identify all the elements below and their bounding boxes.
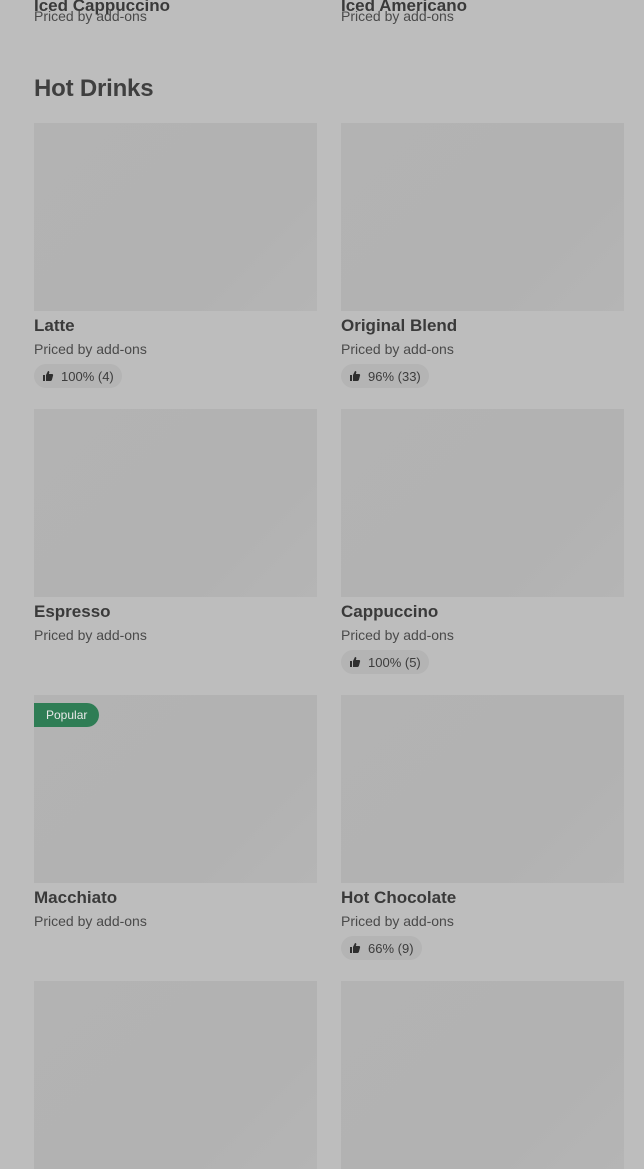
menu-item-card[interactable]: Espresso Priced by add-ons: [34, 409, 317, 644]
item-price: Priced by add-ons: [341, 341, 454, 357]
item-image[interactable]: [34, 123, 317, 311]
rating-text: 100% (5): [368, 654, 421, 670]
thumbs-up-icon: [350, 943, 361, 953]
item-name: Espresso: [34, 602, 111, 621]
item-name: Cappuccino: [341, 602, 439, 621]
thumbs-up-icon: [350, 657, 361, 667]
rating-text: 66% (9): [368, 940, 414, 956]
item-image[interactable]: [341, 695, 624, 883]
menu-item-card[interactable]: Latte Priced by add-ons 100% (4): [34, 123, 317, 388]
item-name: Latte: [34, 316, 75, 335]
previous-item-left[interactable]: Iced Cappuccino Priced by add-ons: [34, 0, 170, 24]
rating-badge: 100% (4): [34, 364, 122, 388]
item-name: Hot Chocolate: [341, 888, 457, 907]
item-name: Iced Americano: [341, 0, 467, 15]
menu-item-card[interactable]: Cappuccino Priced by add-ons 100% (5): [341, 409, 624, 674]
item-name: Original Blend: [341, 316, 458, 335]
item-price: Priced by add-ons: [34, 341, 147, 357]
item-name: Iced Cappuccino: [34, 0, 171, 15]
menu-item-card[interactable]: [34, 981, 317, 1169]
previous-items-row: Iced Cappuccino Priced by add-ons Iced A…: [0, 0, 644, 30]
previous-item-right[interactable]: Iced Americano Priced by add-ons: [341, 0, 467, 24]
menu-item-card[interactable]: Original Blend Priced by add-ons 96% (33…: [341, 123, 624, 388]
item-name: Macchiato: [34, 888, 118, 907]
rating-text: 100% (4): [61, 368, 114, 384]
item-image[interactable]: [341, 981, 624, 1169]
item-image[interactable]: Popular: [34, 695, 317, 883]
item-price: Priced by add-ons: [341, 913, 454, 929]
item-price: Priced by add-ons: [34, 913, 147, 929]
item-image[interactable]: [341, 409, 624, 597]
item-image[interactable]: [34, 981, 317, 1169]
menu-item-card[interactable]: Hot Chocolate Priced by add-ons 66% (9): [341, 695, 624, 960]
menu-item-card[interactable]: [341, 981, 624, 1169]
item-image[interactable]: [341, 123, 624, 311]
rating-text: 96% (33): [368, 368, 421, 384]
item-image[interactable]: [34, 409, 317, 597]
item-price: Priced by add-ons: [34, 627, 147, 643]
section-title: Hot Drinks: [34, 75, 154, 102]
item-price: Priced by add-ons: [341, 627, 454, 643]
thumbs-up-icon: [350, 371, 361, 381]
popular-badge: Popular: [34, 703, 100, 727]
rating-badge: 96% (33): [341, 364, 429, 388]
thumbs-up-icon: [43, 371, 54, 381]
rating-badge: 100% (5): [341, 650, 429, 674]
rating-badge: 66% (9): [341, 936, 422, 960]
menu-item-card[interactable]: Popular Macchiato Priced by add-ons: [34, 695, 317, 930]
